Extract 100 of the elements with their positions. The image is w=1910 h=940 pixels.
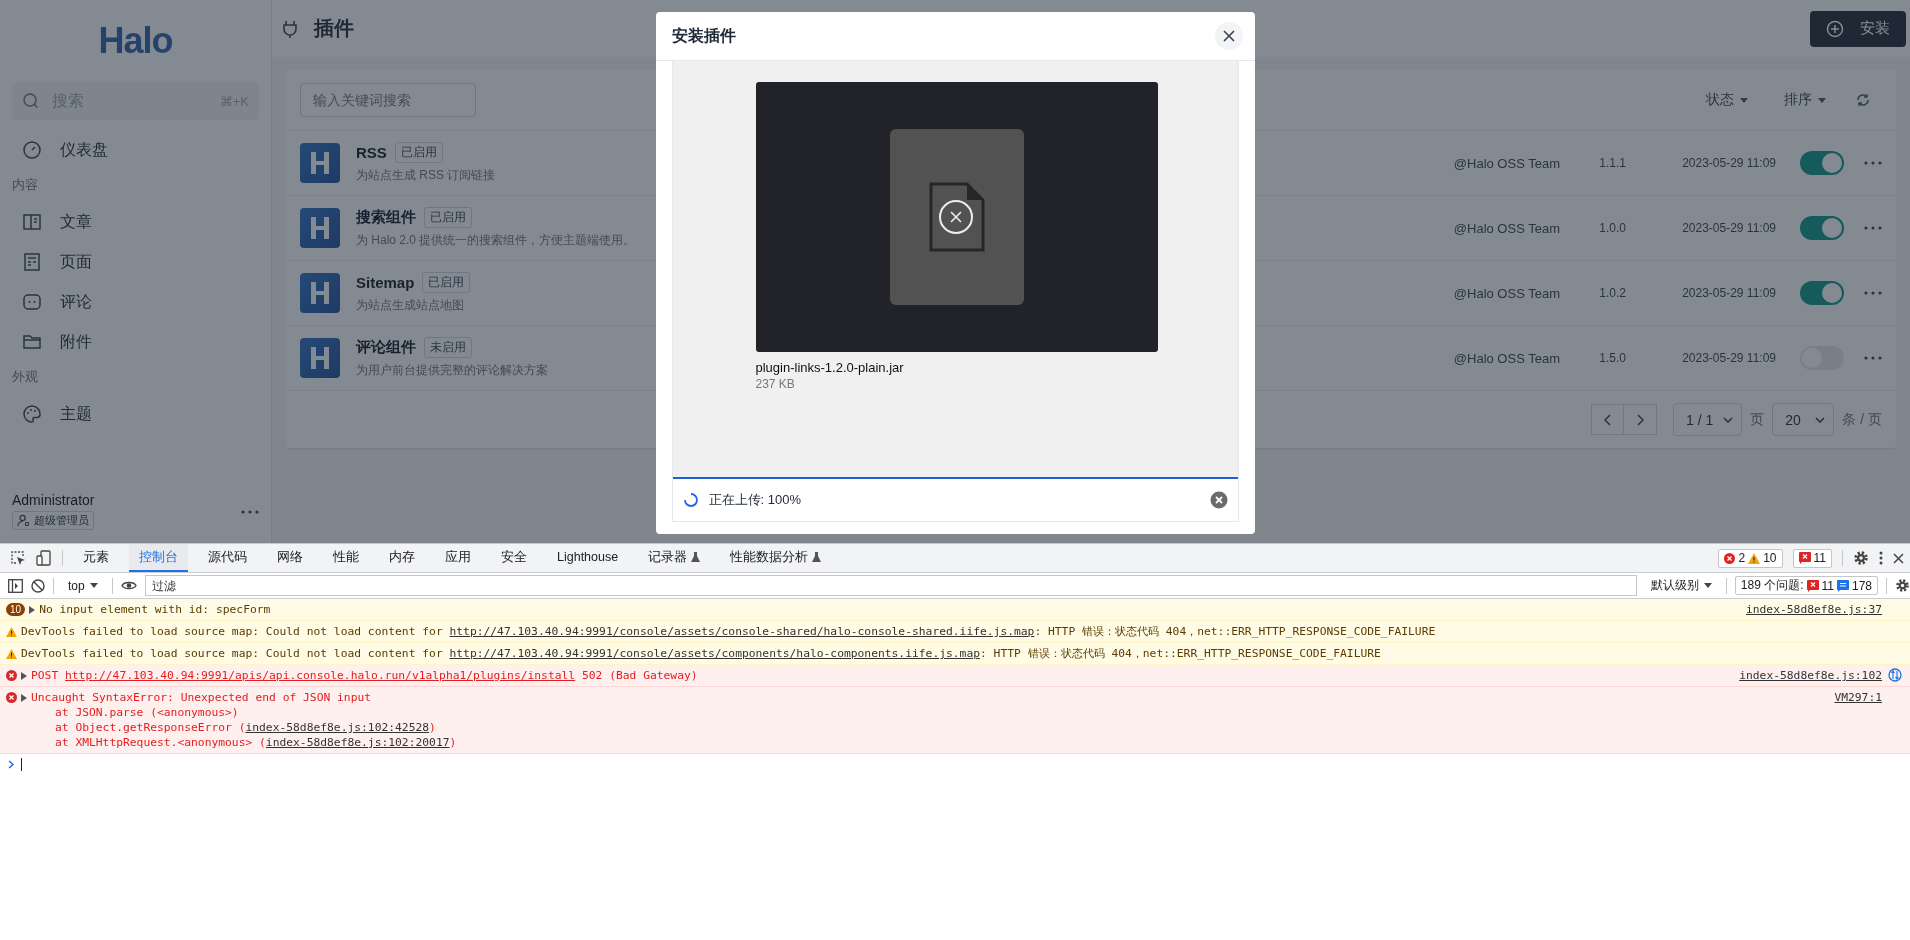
page-icon bbox=[22, 252, 42, 272]
cancel-icon[interactable] bbox=[1209, 491, 1228, 509]
devtools-tab[interactable]: 元素 bbox=[73, 544, 119, 572]
issues-summary-button[interactable]: 189 个问题: 11 178 bbox=[1734, 576, 1878, 595]
source-link[interactable]: index-58d8ef8e.js:102 bbox=[1739, 668, 1882, 683]
nav-item[interactable]: 主题 bbox=[12, 394, 259, 434]
close-icon[interactable] bbox=[1893, 552, 1904, 564]
expand-triangle-icon[interactable] bbox=[21, 693, 27, 702]
settings-icon[interactable] bbox=[1895, 578, 1910, 593]
folder-icon bbox=[22, 332, 42, 352]
plugin-name: RSS bbox=[356, 144, 387, 161]
expand-triangle-icon[interactable] bbox=[29, 605, 36, 614]
eye-icon[interactable] bbox=[120, 580, 137, 591]
nav-item[interactable]: 附件 bbox=[12, 322, 259, 362]
page-select[interactable]: 1 / 1 bbox=[1673, 403, 1743, 436]
close-icon bbox=[1222, 30, 1235, 42]
sidebar-toggle-icon[interactable] bbox=[8, 578, 23, 593]
more-icon[interactable] bbox=[1864, 226, 1882, 230]
nav-item[interactable]: 评论 bbox=[12, 282, 259, 322]
more-icon[interactable] bbox=[241, 509, 259, 514]
source-link[interactable]: VM297:1 bbox=[1834, 690, 1882, 705]
more-icon[interactable] bbox=[1864, 291, 1882, 295]
url-link[interactable]: http://47.103.40.94:9991/console/assets/components/halo-components.iife.js.map bbox=[449, 647, 980, 660]
plugin-logo bbox=[300, 143, 340, 183]
file-size: 237 KB bbox=[755, 377, 796, 391]
enable-toggle[interactable] bbox=[1800, 281, 1844, 305]
devtools-tab[interactable]: 网络 bbox=[267, 544, 313, 572]
filter-field[interactable]: 过滤 bbox=[144, 575, 1637, 596]
nav-group-label: 内容 bbox=[12, 176, 39, 194]
status-tag: 已启用 bbox=[394, 142, 443, 163]
filter-dropdown[interactable]: 状态 bbox=[1700, 90, 1754, 110]
stack-trace-line: at Object.getResponseError (index-58d8ef8e.js:102:42528) bbox=[54, 720, 437, 735]
palette-icon bbox=[22, 404, 42, 424]
devtools-tab[interactable]: 应用 bbox=[435, 544, 481, 572]
devtools-tab[interactable]: 性能数据分析 bbox=[720, 544, 832, 572]
status-tag: 已启用 bbox=[424, 207, 472, 228]
clear-console-icon[interactable] bbox=[31, 578, 45, 593]
upload-status: 正在上传: 100% bbox=[708, 491, 802, 509]
plugin-version: 1.0.2 bbox=[1598, 286, 1626, 300]
caret-icon bbox=[1740, 97, 1748, 103]
devtools-tab[interactable]: Lighthouse bbox=[547, 544, 629, 572]
plugin-name: 搜索组件 bbox=[356, 208, 416, 227]
devtools-tab[interactable]: 记录器 bbox=[638, 544, 711, 572]
log-level-dropdown[interactable]: 默认级别 bbox=[1644, 576, 1718, 595]
nav-item[interactable]: 页面 bbox=[12, 242, 259, 282]
plugin-version: 1.0.0 bbox=[1598, 221, 1626, 235]
message-count-button[interactable]: 2 10 bbox=[1718, 548, 1783, 568]
issue-count: 11 bbox=[1813, 551, 1826, 565]
nav-item[interactable]: 仪表盘 bbox=[12, 130, 259, 170]
plugin-author: @Halo OSS Team bbox=[1452, 155, 1560, 171]
url-link[interactable]: index-58d8ef8e.js:102:20017 bbox=[265, 736, 450, 749]
close-button[interactable] bbox=[1214, 22, 1243, 50]
status-tag: 已启用 bbox=[422, 272, 471, 293]
plugin-version: 1.1.1 bbox=[1598, 156, 1626, 170]
install-button[interactable]: 安装 bbox=[1810, 10, 1906, 47]
device-icon[interactable] bbox=[36, 550, 52, 566]
caret-icon bbox=[1703, 583, 1712, 588]
filter-dropdown[interactable]: 排序 bbox=[1778, 90, 1832, 110]
error-icon bbox=[6, 692, 17, 703]
issue-error-count: 11 bbox=[1821, 578, 1834, 593]
more-icon[interactable] bbox=[1864, 356, 1882, 360]
enable-toggle[interactable] bbox=[1800, 151, 1844, 175]
warning-count: 10 bbox=[1763, 551, 1777, 565]
devtools-tab[interactable]: 源代码 bbox=[198, 544, 257, 572]
devtools-tab[interactable]: 内存 bbox=[379, 544, 425, 572]
message-icon bbox=[1836, 579, 1849, 592]
plugin-author: @Halo OSS Team bbox=[1452, 285, 1560, 301]
plugin-date: 2023-05-29 11:09 bbox=[1681, 156, 1776, 170]
context-dropdown[interactable]: top bbox=[62, 577, 104, 594]
url-link[interactable]: http://47.103.40.94:9991/console/assets/console-shared/halo-console-shared.iife.js.map bbox=[449, 625, 1035, 638]
more-icon[interactable] bbox=[1864, 161, 1882, 165]
devtools-tab[interactable]: 控制台 bbox=[129, 544, 188, 572]
refresh-icon[interactable] bbox=[1856, 93, 1870, 107]
broken-file-icon bbox=[928, 182, 985, 252]
enable-toggle[interactable] bbox=[1800, 216, 1844, 240]
caret-icon bbox=[89, 583, 98, 588]
plugin-logo bbox=[300, 208, 340, 248]
url-link[interactable]: http://47.103.40.94:9991/apis/api.console.halo.run/v1alpha1/plugins/install bbox=[65, 669, 576, 682]
kebab-menu-icon[interactable] bbox=[1879, 551, 1883, 565]
url-link[interactable]: index-58d8ef8e.js:102:42528 bbox=[245, 721, 430, 734]
console-message-text: POST http://47.103.40.94:9991/apis/api.console.halo.run/v1alpha1/plugins/install 502 (Bad Gateway) bbox=[31, 668, 699, 683]
devtools-tab[interactable]: 安全 bbox=[491, 544, 537, 572]
chevron-left-icon bbox=[1603, 413, 1612, 426]
search-icon bbox=[22, 92, 40, 110]
prompt-chevron-icon bbox=[8, 760, 15, 769]
keyword-search-field[interactable]: 输入关键词搜索 bbox=[300, 83, 476, 117]
inspect-icon[interactable] bbox=[10, 550, 26, 566]
expand-triangle-icon[interactable] bbox=[21, 671, 27, 680]
source-link[interactable]: index-58d8ef8e.js:37 bbox=[1745, 602, 1882, 617]
issues-button[interactable]: 11 bbox=[1792, 548, 1832, 568]
nav-item[interactable]: 文章 bbox=[12, 202, 259, 242]
flask-icon bbox=[812, 552, 822, 562]
plugin-version: 1.5.0 bbox=[1598, 351, 1626, 365]
chevron-down-icon bbox=[1815, 416, 1826, 423]
settings-icon[interactable] bbox=[1853, 550, 1869, 566]
plugin-logo bbox=[300, 273, 340, 313]
plugin-date: 2023-05-29 11:09 bbox=[1681, 221, 1776, 235]
devtools-tab[interactable]: 性能 bbox=[323, 544, 369, 572]
network-request-icon[interactable] bbox=[1888, 668, 1902, 682]
page-size-select[interactable]: 20 bbox=[1772, 403, 1835, 436]
